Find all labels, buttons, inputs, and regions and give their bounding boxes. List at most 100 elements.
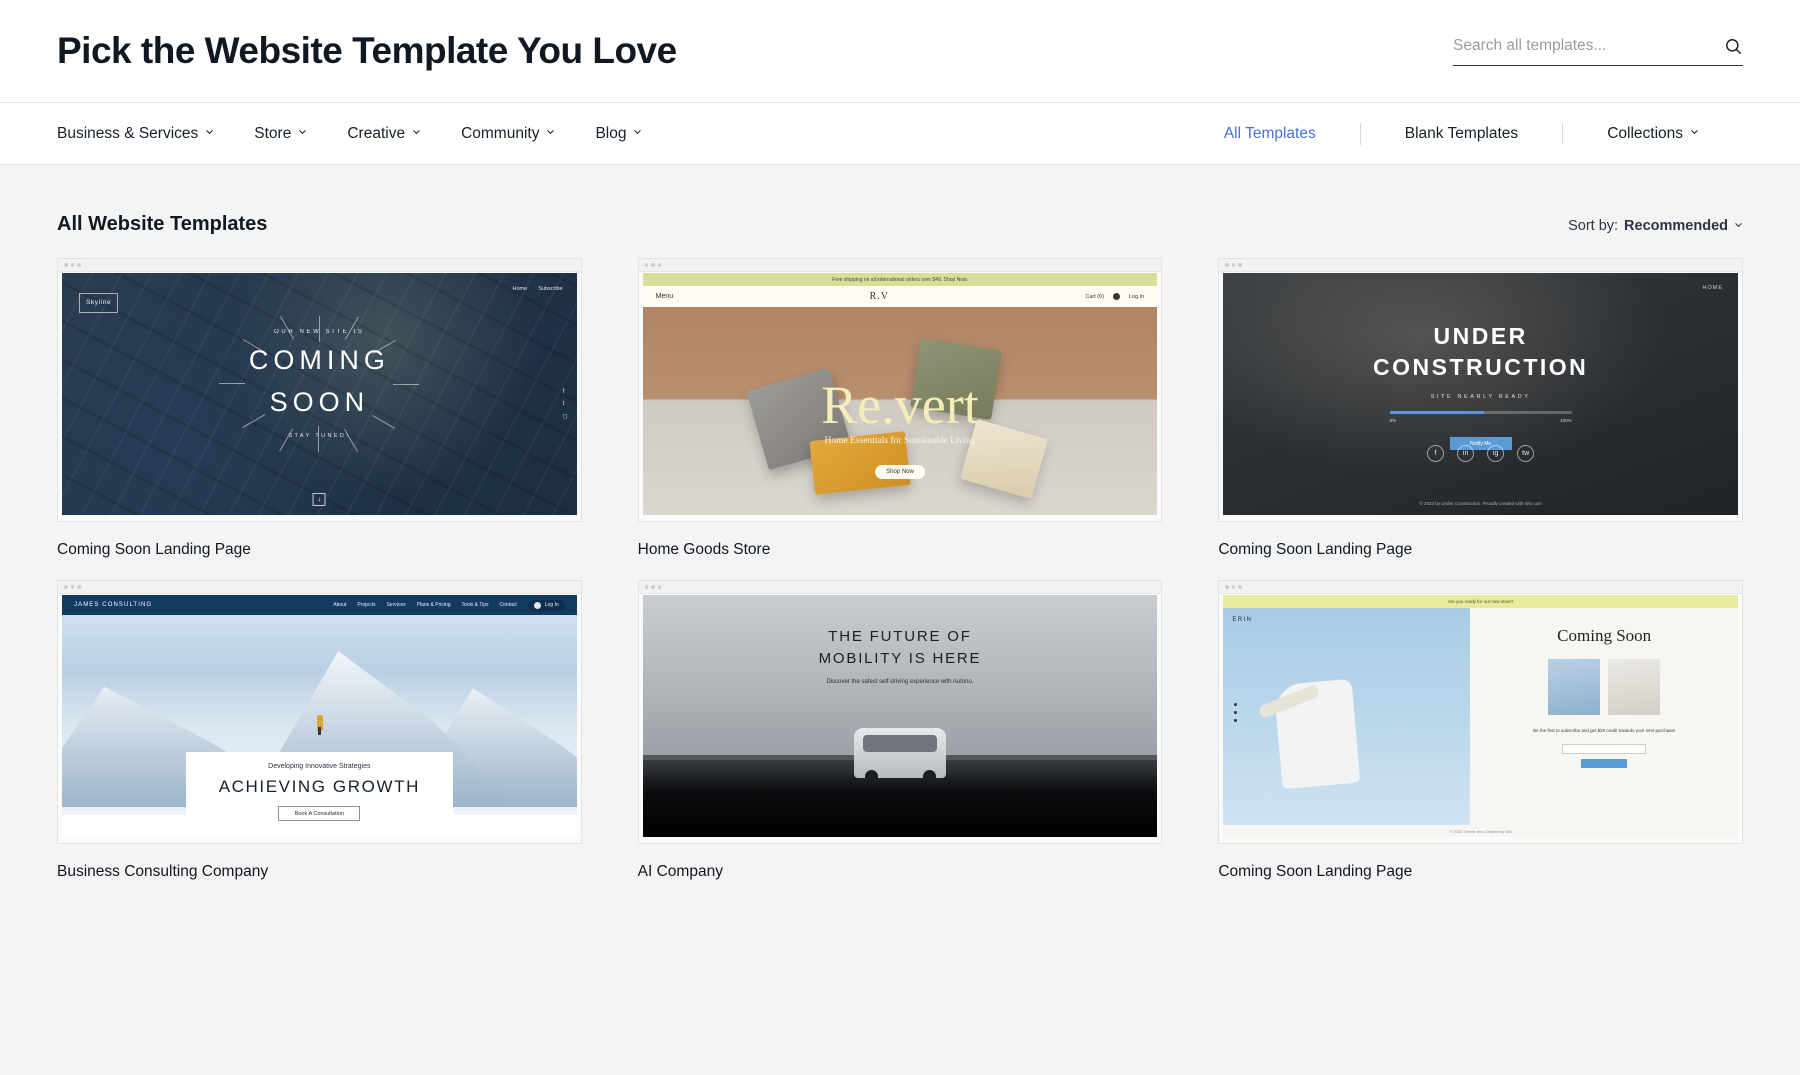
template-preview[interactable]: Are you ready for our new store? ERIN Co… (1218, 580, 1743, 844)
preview-nav-item: Home (513, 286, 528, 292)
nav-item-creative[interactable]: Creative (347, 125, 421, 143)
nav-item-community[interactable]: Community (461, 125, 555, 143)
nav-item-store[interactable]: Store (254, 125, 307, 143)
template-caption: Coming Soon Landing Page (1218, 522, 1743, 580)
preview-logo: R.V (870, 291, 889, 302)
nav-item-all-templates[interactable]: All Templates (1180, 125, 1360, 143)
template-preview[interactable]: Skyline Home Subscribe (57, 258, 582, 522)
preview-store-header: Menu R.V Cart (0) Log In (643, 286, 1158, 307)
template-card[interactable]: HOME UNDER CONSTRUCTION SITE NEARLY READ… (1218, 258, 1743, 580)
page-title: Pick the Website Template You Love (57, 30, 677, 72)
template-card[interactable]: Are you ready for our new store? ERIN Co… (1218, 580, 1743, 902)
templates-grid: Skyline Home Subscribe (57, 258, 1743, 902)
nav-item-collections[interactable]: Collections (1563, 125, 1743, 143)
nav-item-blank-templates[interactable]: Blank Templates (1361, 125, 1562, 143)
preview-subline: Discover the safest self-driving experie… (643, 679, 1158, 685)
sort-label: Sort by: (1568, 218, 1618, 234)
chevron-down-icon (205, 127, 214, 136)
hiker-figure (317, 715, 323, 731)
window-dot-icon (645, 263, 649, 267)
preview-nav: About Projects Services Plans & Pricing … (333, 600, 564, 611)
preview-screenshot: AUTONO Technology About Careers Subscrib… (643, 595, 1158, 837)
instagram-icon: ig (1487, 445, 1504, 462)
window-dot-icon (64, 263, 68, 267)
nav-label: Creative (347, 125, 405, 143)
nav-item-business-services[interactable]: Business & Services (57, 125, 214, 143)
preview-dot-nav (1234, 703, 1237, 722)
facebook-icon: f (563, 389, 568, 395)
nav-label: All Templates (1224, 125, 1316, 143)
avatar-icon (534, 602, 541, 609)
preview-copy: Be the first to subscribe and get $20 cr… (1470, 727, 1738, 735)
scroll-down-icon: ↓ (313, 493, 326, 506)
template-preview[interactable]: JAMES CONSULTING About Projects Services… (57, 580, 582, 844)
window-dot-icon (71, 263, 75, 267)
preview-screenshot: HOME UNDER CONSTRUCTION SITE NEARLY READ… (1223, 273, 1738, 515)
sort-value: Recommended (1624, 218, 1728, 234)
preview-promo-banner: Free shipping on all international order… (643, 273, 1158, 286)
template-caption: Coming Soon Landing Page (57, 522, 582, 580)
template-card[interactable]: JAMES CONSULTING About Projects Services… (57, 580, 582, 902)
browser-chrome-bar (58, 581, 581, 594)
preview-headline: Coming Soon (1470, 626, 1738, 646)
template-card[interactable]: Free shipping on all international order… (638, 258, 1163, 580)
template-caption: Home Goods Store (638, 522, 1163, 580)
window-dot-icon (651, 263, 655, 267)
preview-headline-line2: SOON (62, 386, 577, 419)
preview-nav-item: About (333, 602, 346, 608)
window-dot-icon (651, 585, 655, 589)
sort-by-control[interactable]: Sort by: Recommended (1568, 218, 1743, 236)
twitter-icon: t (563, 401, 568, 407)
preview-headline-line1: COMING (62, 344, 577, 377)
preview-hero: OUR NEW SITE IS COMING SOON STAY TUNED! (62, 329, 577, 439)
progress-end-label: 100% (1560, 418, 1572, 423)
preview-email-field (1562, 744, 1646, 754)
preview-nav-item: Services (386, 602, 405, 608)
template-card[interactable]: Skyline Home Subscribe (57, 258, 582, 580)
window-dot-icon (1225, 263, 1229, 267)
chevron-down-icon (633, 127, 642, 136)
search-input[interactable] (1453, 37, 1724, 55)
templates-content: All Website Templates Sort by: Recommend… (0, 165, 1800, 1075)
chevron-down-icon (1690, 127, 1699, 136)
preview-footer: © 2023 Theme erin.Created by Wix (1223, 829, 1738, 834)
template-preview[interactable]: Free shipping on all international order… (638, 258, 1163, 522)
nav-item-blog[interactable]: Blog (595, 125, 642, 143)
preview-headline-line2: MOBILITY IS HERE (643, 648, 1158, 670)
preview-login-label: Log In (545, 602, 559, 608)
preview-hero: THE FUTURE OF MOBILITY IS HERE Discover … (643, 626, 1158, 685)
window-dot-icon (1225, 585, 1229, 589)
preview-subline: STAY TUNED! (62, 433, 577, 439)
linkedin-icon: in (1457, 445, 1474, 462)
preview-cart-label: Cart (0) (1085, 294, 1104, 300)
preview-nav-item: Subscribe (538, 286, 562, 292)
progress-start-label: 0% (1390, 418, 1397, 423)
nav-label: Business & Services (57, 125, 198, 143)
window-dot-icon (1238, 263, 1242, 267)
preview-headline-line1: UNDER (1223, 321, 1738, 351)
preview-tagline: Home Essentials for Sustainable Living (643, 436, 1158, 446)
nav-label: Blog (595, 125, 626, 143)
search-box[interactable] (1453, 37, 1743, 66)
preview-nav-item: Projects (357, 602, 375, 608)
preview-hero-image: ERIN (1223, 608, 1470, 825)
preview-site-header: JAMES CONSULTING About Projects Services… (62, 595, 577, 615)
window-dot-icon (645, 585, 649, 589)
preview-subscribe-button (1581, 759, 1627, 768)
page-header: Pick the Website Template You Love (0, 0, 1800, 103)
preview-menu-label: Menu (656, 293, 674, 300)
window-dot-icon (1232, 585, 1236, 589)
browser-chrome-bar (1219, 259, 1742, 272)
template-preview[interactable]: HOME UNDER CONSTRUCTION SITE NEARLY READ… (1218, 258, 1743, 522)
template-caption: Business Consulting Company (57, 844, 582, 902)
window-dot-icon (1238, 585, 1242, 589)
preview-hero: UNDER CONSTRUCTION SITE NEARLY READY 0% … (1223, 321, 1738, 450)
template-card[interactable]: AUTONO Technology About Careers Subscrib… (638, 580, 1163, 902)
preview-headline-line1: THE FUTURE OF (643, 626, 1158, 648)
preview-logo: JAMES CONSULTING (74, 602, 152, 608)
preview-screenshot: Free shipping on all international order… (643, 273, 1158, 515)
template-preview[interactable]: AUTONO Technology About Careers Subscrib… (638, 580, 1163, 844)
preview-thumbnails (1470, 659, 1738, 715)
search-icon[interactable] (1724, 37, 1743, 56)
chevron-down-icon (546, 127, 555, 136)
